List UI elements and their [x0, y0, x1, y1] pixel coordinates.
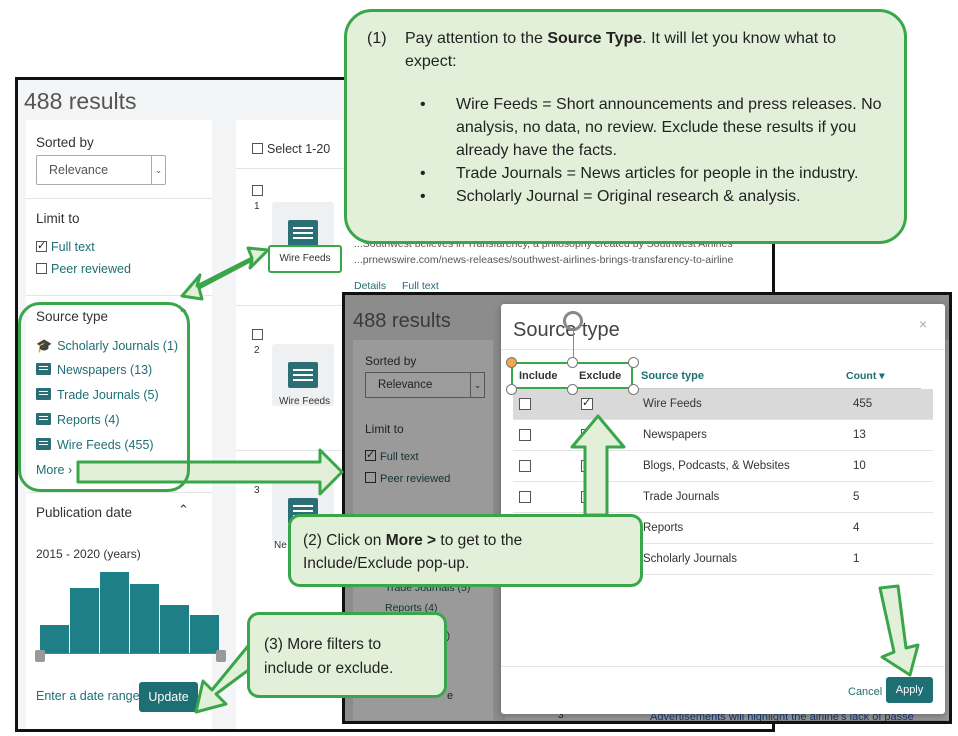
source-type-highlight — [18, 302, 190, 492]
callout-bullet: • Scholarly Journal = Original research &… — [420, 188, 801, 205]
callout-bullet: • Trade Journals = News articles for peop… — [420, 165, 859, 182]
callout-text-pre: Pay attention to the — [405, 30, 548, 47]
callout-text-pre: (2) Click on — [303, 532, 386, 549]
bullet-text: Scholarly Journal = Original research & … — [456, 188, 801, 205]
bullet-text: Wire Feeds = Short announcements and pre… — [456, 96, 882, 159]
callout-more-link: (2) Click on More > to get to the Includ… — [288, 514, 643, 587]
arrow-down-to-apply — [878, 584, 920, 677]
callout-bold: More > — [385, 532, 437, 549]
callout-bold: Source Type — [547, 30, 643, 47]
arrow-up-to-checkbox — [570, 414, 626, 517]
callout-more-filters: (3) More filters to include or exclude. — [247, 612, 447, 698]
double-arrow-wirefeeds — [180, 246, 270, 301]
callout-source-type: (1) Pay attention to the Source Type. It… — [344, 9, 907, 244]
callout-bullet: • Wire Feeds = Short announcements and pr… — [420, 96, 882, 159]
bullet-text: Trade Journals = News articles for peopl… — [456, 165, 859, 182]
callout-number: (1) — [367, 30, 387, 47]
callout-text: (3) More filters to include or exclude. — [264, 636, 394, 677]
